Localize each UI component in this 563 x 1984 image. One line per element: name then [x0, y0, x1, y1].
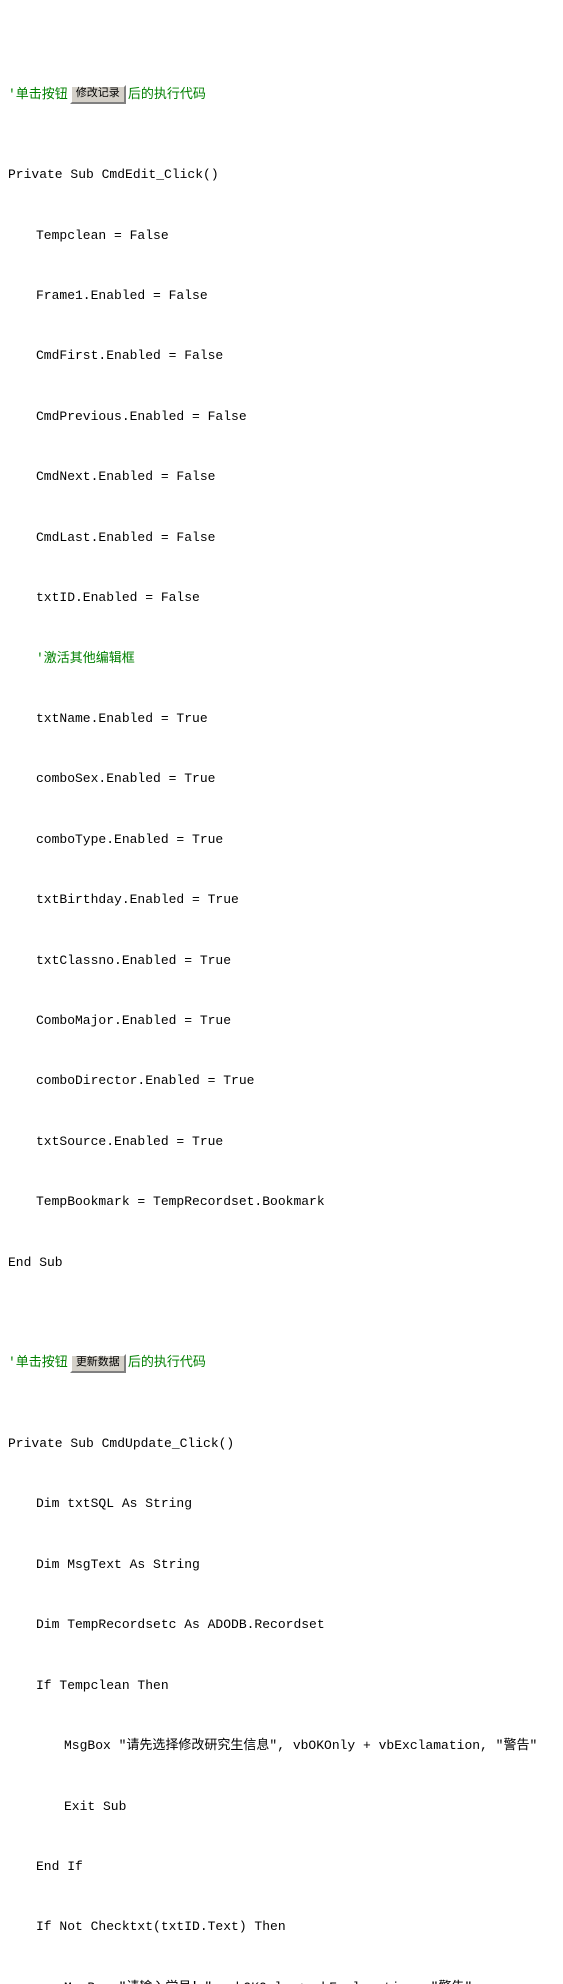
code-line: txtClassno.Enabled = True: [8, 951, 555, 971]
code-line: End Sub: [8, 1253, 555, 1273]
code-text: ComboMajor.Enabled = True: [36, 1011, 231, 1031]
code-line: txtBirthday.Enabled = True: [8, 890, 555, 910]
code-line: TempBookmark = TempRecordset.Bookmark: [8, 1192, 555, 1212]
comment-line: '激活其他编辑框: [8, 649, 555, 669]
code-text: CmdNext.Enabled = False: [36, 467, 215, 487]
code-line: CmdPrevious.Enabled = False: [8, 407, 555, 427]
code-container: '单击按钮 修改记录 后的执行代码 Private Sub CmdEdit_Cl…: [0, 0, 563, 1984]
code-line: txtName.Enabled = True: [8, 709, 555, 729]
code-line: CmdFirst.Enabled = False: [8, 346, 555, 366]
code-text: Dim txtSQL As String: [36, 1494, 192, 1514]
comment-line-1: '单击按钮 修改记录 后的执行代码: [8, 85, 555, 105]
comment-line-2: '单击按钮 更新数据 后的执行代码: [8, 1353, 555, 1373]
code-text: Exit Sub: [64, 1797, 126, 1817]
code-line: Exit Sub: [8, 1797, 555, 1817]
code-text: CmdLast.Enabled = False: [36, 528, 215, 548]
code-line: CmdNext.Enabled = False: [8, 467, 555, 487]
code-text: If Not Checktxt(txtID.Text) Then: [36, 1917, 286, 1937]
code-text: comboType.Enabled = True: [36, 830, 223, 850]
code-text: Dim MsgText As String: [36, 1555, 200, 1575]
code-line: ComboMajor.Enabled = True: [8, 1011, 555, 1031]
code-line: CmdLast.Enabled = False: [8, 528, 555, 548]
code-line: txtID.Enabled = False: [8, 588, 555, 608]
code-text: CmdPrevious.Enabled = False: [36, 407, 247, 427]
code-text: txtSource.Enabled = True: [36, 1132, 223, 1152]
code-text: txtClassno.Enabled = True: [36, 951, 231, 971]
comment-suffix-2: 后的执行代码: [128, 1353, 206, 1373]
code-text: txtID.Enabled = False: [36, 588, 200, 608]
code-line: Dim MsgText As String: [8, 1555, 555, 1575]
code-text: Private Sub CmdUpdate_Click(): [8, 1434, 234, 1454]
comment-suffix-1: 后的执行代码: [128, 85, 206, 105]
code-text: TempBookmark = TempRecordset.Bookmark: [36, 1192, 325, 1212]
code-text: Private Sub CmdEdit_Click(): [8, 165, 219, 185]
code-text: Tempclean = False: [36, 226, 169, 246]
code-line: comboDirector.Enabled = True: [8, 1071, 555, 1091]
code-line: Private Sub CmdUpdate_Click(): [8, 1434, 555, 1454]
code-line: End If: [8, 1857, 555, 1877]
code-text: comboSex.Enabled = True: [36, 769, 215, 789]
code-line: comboSex.Enabled = True: [8, 769, 555, 789]
code-line: Private Sub CmdEdit_Click(): [8, 165, 555, 185]
comment-prefix-2: '单击按钮: [8, 1353, 68, 1373]
edit-record-button[interactable]: 修改记录: [70, 85, 126, 103]
code-line: Frame1.Enabled = False: [8, 286, 555, 306]
code-line: MsgBox "请输入学号！", vbOKOnly + vbExclamatio…: [8, 1978, 555, 1984]
code-line: comboType.Enabled = True: [8, 830, 555, 850]
code-text: '激活其他编辑框: [36, 649, 135, 669]
code-text: txtBirthday.Enabled = True: [36, 890, 239, 910]
code-text: End If: [36, 1857, 83, 1877]
code-text: MsgBox "请先选择修改研究生信息", vbOKOnly + vbExcla…: [64, 1736, 537, 1756]
code-line: txtSource.Enabled = True: [8, 1132, 555, 1152]
code-line: Dim TempRecordsetc As ADODB.Recordset: [8, 1615, 555, 1635]
code-text: Frame1.Enabled = False: [36, 286, 208, 306]
code-text: End Sub: [8, 1253, 63, 1273]
code-text: txtName.Enabled = True: [36, 709, 208, 729]
code-line: Dim txtSQL As String: [8, 1494, 555, 1514]
code-text: Dim TempRecordsetc As ADODB.Recordset: [36, 1615, 325, 1635]
comment-prefix-1: '单击按钮: [8, 85, 68, 105]
code-text: If Tempclean Then: [36, 1676, 169, 1696]
code-line: If Not Checktxt(txtID.Text) Then: [8, 1917, 555, 1937]
code-line: Tempclean = False: [8, 226, 555, 246]
update-data-button[interactable]: 更新数据: [70, 1354, 126, 1372]
code-line: MsgBox "请先选择修改研究生信息", vbOKOnly + vbExcla…: [8, 1736, 555, 1756]
code-text: CmdFirst.Enabled = False: [36, 346, 223, 366]
code-line: If Tempclean Then: [8, 1676, 555, 1696]
code-text: MsgBox "请输入学号！", vbOKOnly + vbExclamatio…: [64, 1978, 472, 1984]
code-text: comboDirector.Enabled = True: [36, 1071, 254, 1091]
